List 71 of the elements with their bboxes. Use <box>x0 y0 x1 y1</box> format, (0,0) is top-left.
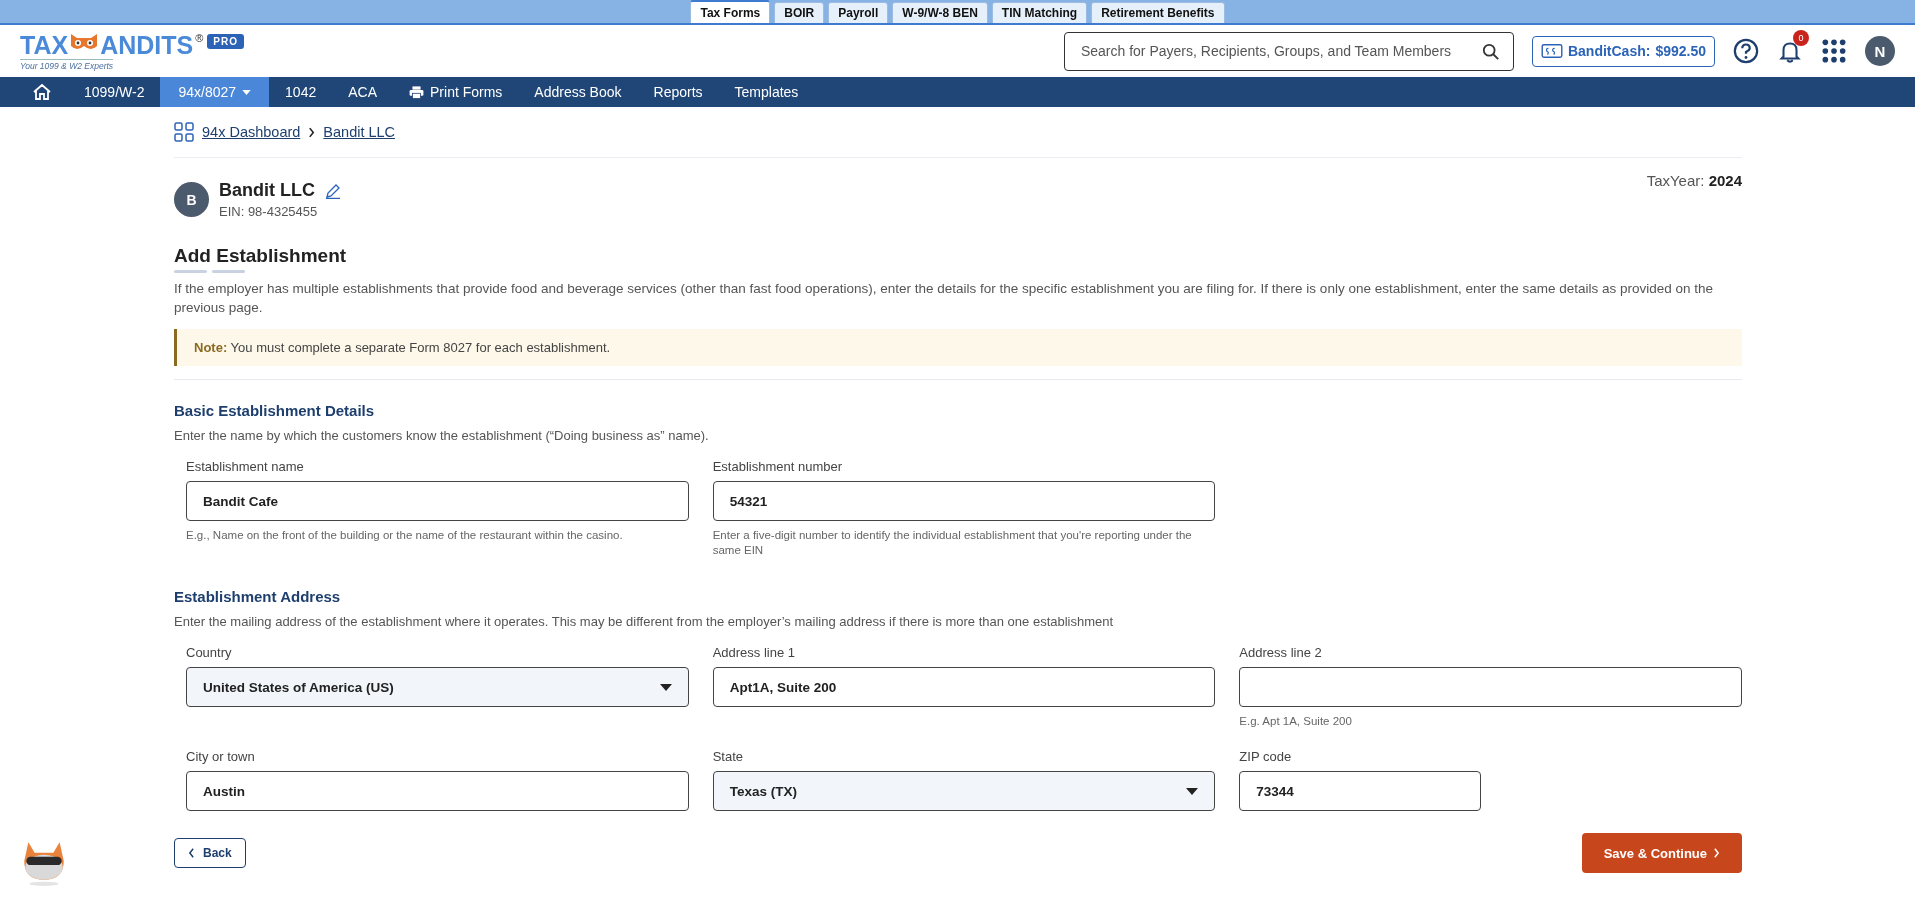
section-description: Enter the mailing address of the establishment where it operates. This may be different from the employer’s mailing address if there is more than one establishment <box>174 614 1115 629</box>
logo-wordmark: TAX <box>20 31 69 58</box>
product-tab[interactable]: W-9/W-8 BEN <box>892 2 988 23</box>
search-field[interactable]: Search for Payers, Recipients, Groups, and Team Members <box>1063 31 1514 71</box>
tax-year: TaxYear: 2024 <box>1646 172 1742 191</box>
chevron-right-icon <box>308 126 316 138</box>
breadcrumb-link[interactable]: 94x Dashboard <box>202 124 301 140</box>
edit-icon[interactable] <box>325 182 341 199</box>
breadcrumb-link[interactable]: Bandit LLC <box>323 124 396 140</box>
section-heading: Establishment Address <box>174 588 342 605</box>
field-hint: Enter a five-digit number to identify the individual establishment that you're reporting under the same EIN <box>712 528 1193 558</box>
nav-menu-item[interactable]: Print Forms <box>393 77 519 107</box>
product-tab[interactable]: Payroll <box>828 2 889 23</box>
product-tab[interactable]: BOIR <box>774 2 825 23</box>
input-field[interactable]: Bandit Cafe <box>186 481 689 521</box>
nav-menu-item[interactable]: ACA <box>332 77 393 107</box>
input-field[interactable]: Austin <box>186 771 689 811</box>
registered-mark: ® <box>195 31 204 44</box>
field-label: State <box>712 749 744 764</box>
chevron-left-icon <box>188 848 195 858</box>
section-heading: Basic Establishment Details <box>174 402 376 419</box>
user-avatar[interactable]: N <box>1865 36 1895 66</box>
product-tab[interactable]: TIN Matching <box>991 2 1088 23</box>
input-field[interactable]: 73344 <box>1239 771 1481 811</box>
wallet-icon <box>1540 43 1563 59</box>
logo-tagline: Your 1099 & W2 Experts <box>20 58 114 71</box>
logo-wordmark: ANDITS <box>100 31 194 58</box>
dropdown-field[interactable]: United States of America (US) <box>186 667 689 707</box>
field-label: Address line 2 <box>1239 645 1323 660</box>
dropdown-field[interactable]: Texas (TX) <box>712 771 1216 811</box>
product-tab[interactable]: Tax Forms <box>690 0 771 23</box>
field-label: City or town <box>186 749 256 764</box>
bandit-cash-button[interactable]: BanditCash: $992.50 <box>1531 35 1715 67</box>
home-icon <box>32 82 52 102</box>
pro-badge: PRO <box>207 33 244 49</box>
nav-menu-item[interactable]: Address Book <box>518 77 638 107</box>
dashboard-icon <box>174 122 194 142</box>
field-hint: E.g., Name on the front of the building or the name of the restaurant within the casino. <box>186 528 624 543</box>
save-continue-button[interactable]: Save & Continue <box>1581 833 1742 873</box>
caret-icon <box>242 89 252 95</box>
nav-menu-item[interactable]: Templates <box>718 77 815 107</box>
nav-menu-item[interactable]: Reports <box>637 77 719 107</box>
nav-menu-item[interactable]: 94x/8027 <box>160 77 270 107</box>
intro-text: If the employer has multiple establishments that provide food and beverage services (other than fast food operations), enter the details for the specific establishment you are filing for. If there is only one establishment, enter the same details as provided on the previous page. <box>174 280 1715 317</box>
chevron-right-icon <box>1713 848 1720 858</box>
help-icon[interactable] <box>1733 38 1759 64</box>
search-icon[interactable] <box>1481 42 1500 61</box>
note-banner: Note: You must complete a separate Form 8027 for each establishment. <box>174 329 1742 366</box>
section-description: Enter the name by which the customers know the establishment (“Doing business as” name). <box>174 428 710 443</box>
business-avatar: B <box>174 182 209 217</box>
field-hint: E.g. Apt 1A, Suite 200 <box>1239 714 1353 729</box>
back-button[interactable]: Back <box>174 838 246 868</box>
page-title: Add Establishment <box>174 245 348 267</box>
input-field[interactable]: Apt1A, Suite 200 <box>712 667 1216 707</box>
business-name: Bandit LLC <box>219 180 315 201</box>
field-label: ZIP code <box>1239 749 1293 764</box>
product-tab[interactable]: Retirement Benefits <box>1091 2 1225 23</box>
field-label: Country <box>186 645 233 660</box>
input-field[interactable] <box>1239 667 1742 707</box>
ein-text: EIN: 98-4325455 <box>219 204 319 219</box>
field-label: Establishment name <box>186 459 305 474</box>
caret-icon <box>1186 787 1199 795</box>
nav-menu-item[interactable]: 1042 <box>269 77 333 107</box>
apps-grid-icon[interactable] <box>1821 38 1847 64</box>
field-label: Address line 1 <box>712 645 797 660</box>
notification-count: 0 <box>1793 30 1809 46</box>
input-field[interactable]: 54321 <box>712 481 1216 521</box>
printer-icon <box>409 85 424 99</box>
caret-icon <box>659 683 672 691</box>
field-label: Establishment number <box>712 459 843 474</box>
nav-menu-item[interactable]: 1099/W-2 <box>68 77 161 107</box>
